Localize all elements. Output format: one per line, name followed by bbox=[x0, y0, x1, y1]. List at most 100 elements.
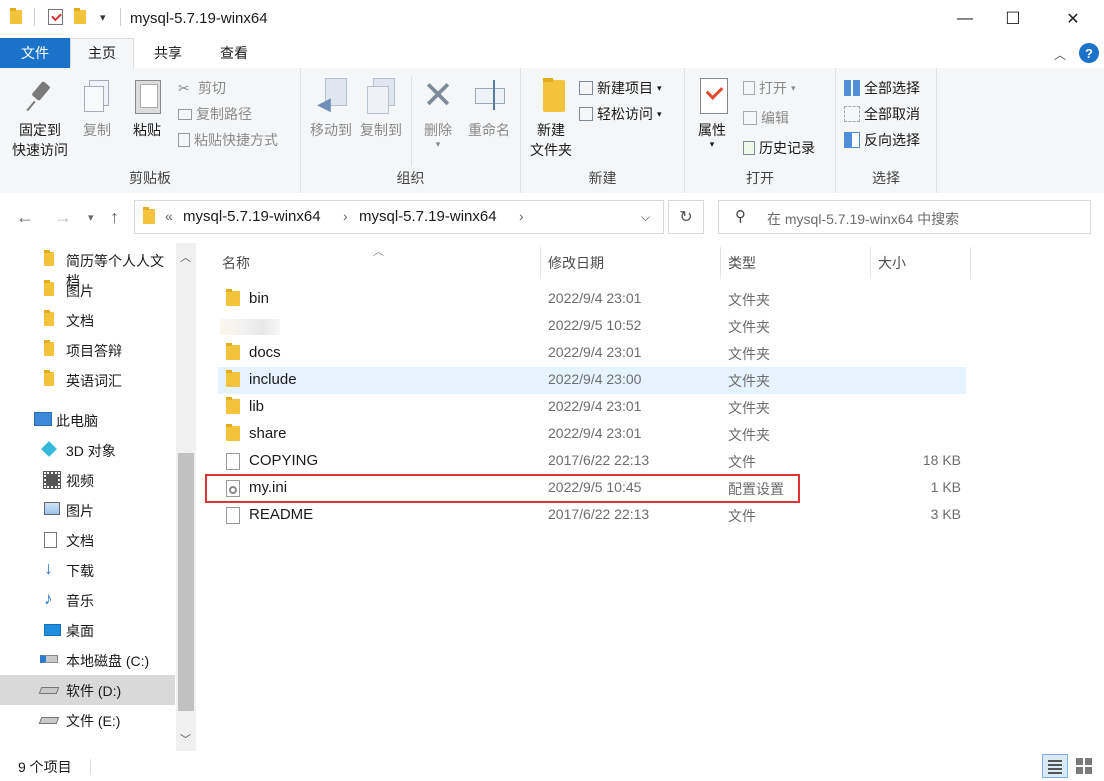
close-button[interactable]: ✕ bbox=[1050, 0, 1096, 38]
rename-button[interactable]: 重命名 bbox=[463, 76, 515, 140]
file-row[interactable]: lib 2022/9/4 23:01 文件夹 bbox=[218, 394, 966, 421]
details-view-icon[interactable] bbox=[1042, 754, 1068, 778]
overflow-chevron[interactable]: « bbox=[165, 208, 173, 224]
tab-home[interactable]: 主页 bbox=[70, 38, 134, 68]
nav-item-project-defense[interactable]: 项目答辩 bbox=[0, 335, 175, 365]
large-icons-view-icon[interactable] bbox=[1074, 756, 1094, 776]
history-button[interactable]: 历史记录 bbox=[743, 138, 815, 158]
file-row[interactable]: 2022/9/5 10:52 文件夹 bbox=[218, 313, 966, 340]
tab-file[interactable]: 文件 bbox=[0, 38, 70, 68]
new-folder-label-1: 新建 bbox=[537, 122, 565, 138]
file-row[interactable]: share 2022/9/4 23:01 文件夹 bbox=[218, 421, 966, 448]
folder-icon bbox=[44, 340, 54, 356]
select-group: 全部选择 全部取消 反向选择 选择 bbox=[836, 68, 937, 193]
address-bar[interactable]: « mysql-5.7.19-winx64 › mysql-5.7.19-win… bbox=[134, 200, 664, 234]
highlight-box bbox=[205, 474, 800, 503]
breadcrumb-1[interactable]: mysql-5.7.19-winx64 bbox=[183, 208, 321, 225]
folder-icon bbox=[226, 397, 240, 414]
new-folder-button[interactable]: 新建 文件夹 bbox=[525, 76, 577, 160]
scroll-down-icon[interactable]: ﹀ bbox=[180, 731, 191, 747]
column-header-size[interactable]: 大小 bbox=[878, 253, 906, 273]
nav-pane-scrollbar[interactable]: ︿ ﹀ bbox=[176, 243, 196, 751]
nav-item-3d-objects[interactable]: 3D 对象 bbox=[0, 435, 175, 465]
nav-item-music[interactable]: ♪ 音乐 bbox=[0, 585, 175, 615]
tab-view[interactable]: 查看 bbox=[204, 38, 264, 68]
column-header-type[interactable]: 类型 bbox=[728, 253, 756, 273]
file-row[interactable]: bin 2022/9/4 23:01 文件夹 bbox=[218, 286, 966, 313]
up-arrow-icon[interactable]: ↑ bbox=[110, 207, 119, 228]
nav-item-desktop[interactable]: 桌面 bbox=[0, 615, 175, 645]
select-all-button[interactable]: 全部选择 bbox=[844, 78, 920, 98]
column-divider[interactable] bbox=[720, 247, 721, 279]
new-item-button[interactable]: 新建项目 ▾ bbox=[579, 78, 662, 98]
new-folder-quick-icon[interactable] bbox=[74, 8, 86, 24]
search-input[interactable]: 在 mysql-5.7.19-winx64 中搜索 bbox=[767, 209, 959, 229]
breadcrumb-separator-icon[interactable]: › bbox=[343, 208, 348, 224]
cut-button[interactable]: ✂ 剪切 bbox=[178, 78, 226, 98]
open-button[interactable]: 打开 ▾ bbox=[743, 78, 796, 98]
nav-item-downloads[interactable]: ↓ 下载 bbox=[0, 555, 175, 585]
copy-button[interactable]: 复制 bbox=[76, 76, 118, 140]
tab-share[interactable]: 共享 bbox=[140, 38, 196, 68]
breadcrumb-separator-icon[interactable]: › bbox=[519, 208, 524, 224]
nav-item-drive-c[interactable]: 本地磁盘 (C:) bbox=[0, 645, 175, 675]
refresh-icon: ↻ bbox=[679, 209, 693, 226]
nav-item-documents-quick[interactable]: 文档 bbox=[0, 305, 175, 335]
search-box[interactable]: ⚲ 在 mysql-5.7.19-winx64 中搜索 bbox=[718, 200, 1091, 234]
nav-item-this-pc[interactable]: 此电脑 bbox=[0, 405, 175, 435]
edit-button[interactable]: 编辑 bbox=[743, 108, 789, 128]
copy-label: 复制 bbox=[83, 122, 111, 138]
refresh-button[interactable]: ↻ bbox=[668, 200, 704, 234]
properties-dropdown-icon: ▾ bbox=[709, 139, 715, 149]
file-row-hovered[interactable]: include 2022/9/4 23:00 文件夹 bbox=[218, 367, 966, 394]
maximize-button[interactable]: ☐ bbox=[990, 0, 1036, 38]
paste-button[interactable]: 粘贴 bbox=[124, 76, 170, 140]
column-divider[interactable] bbox=[540, 247, 541, 279]
column-header-name[interactable]: 名称 bbox=[222, 253, 250, 273]
back-arrow-icon[interactable]: ← bbox=[16, 207, 34, 228]
help-icon[interactable]: ? bbox=[1079, 43, 1099, 63]
file-size: 1 KB bbox=[930, 479, 961, 495]
nav-item-english-vocab[interactable]: 英语词汇 bbox=[0, 365, 175, 395]
column-divider[interactable] bbox=[870, 247, 871, 279]
file-row[interactable]: README 2017/6/22 22:13 文件 3 KB bbox=[218, 502, 966, 529]
properties-button[interactable]: 属性 ▾ bbox=[691, 76, 733, 149]
move-to-button[interactable]: ◀ 移动到 bbox=[305, 76, 357, 140]
cut-label: 剪切 bbox=[198, 80, 226, 96]
copy-path-button[interactable]: 复制路径 bbox=[178, 104, 252, 124]
file-type: 文件夹 bbox=[728, 373, 770, 389]
address-history-chevron-icon[interactable]: ⌵ bbox=[641, 210, 650, 225]
easy-access-button[interactable]: 轻松访问 ▾ bbox=[579, 104, 662, 124]
file-row[interactable]: COPYING 2017/6/22 22:13 文件 18 KB bbox=[218, 448, 966, 475]
organize-group-label: 组织 bbox=[396, 170, 425, 186]
collapse-ribbon-icon[interactable]: ︿ bbox=[1054, 46, 1066, 63]
breadcrumb-2[interactable]: mysql-5.7.19-winx64 bbox=[359, 208, 497, 225]
nav-item-drive-d[interactable]: 软件 (D:) bbox=[0, 675, 175, 705]
minimize-button[interactable]: — bbox=[942, 0, 988, 38]
recent-locations-icon[interactable]: ▾ bbox=[88, 211, 94, 224]
select-none-button[interactable]: 全部取消 bbox=[844, 104, 920, 124]
file-name: COPYING bbox=[249, 452, 319, 469]
forward-arrow-icon[interactable]: → bbox=[54, 207, 72, 228]
scrollbar-thumb[interactable] bbox=[178, 453, 194, 711]
scroll-up-icon[interactable]: ︿ bbox=[180, 249, 191, 265]
nav-item-pictures-quick[interactable]: 图片 bbox=[0, 275, 175, 305]
column-header-date[interactable]: 修改日期 bbox=[548, 253, 604, 273]
copy-to-button[interactable]: 复制到 bbox=[355, 76, 407, 140]
column-divider[interactable] bbox=[970, 247, 971, 279]
nav-item-pictures[interactable]: 图片 bbox=[0, 495, 175, 525]
nav-item-drive-e[interactable]: 文件 (E:) bbox=[0, 705, 175, 735]
invert-selection-button[interactable]: 反向选择 bbox=[844, 130, 920, 150]
customize-toolbar-icon[interactable]: ▾ bbox=[100, 11, 106, 24]
properties-quick-icon[interactable] bbox=[48, 9, 63, 25]
paste-shortcut-button[interactable]: 粘贴快捷方式 bbox=[178, 130, 278, 150]
pin-quick-access-button[interactable]: 固定到 快速访问 bbox=[8, 76, 72, 160]
nav-item-documents[interactable]: 文档 bbox=[0, 525, 175, 555]
chevron-down-icon: ▾ bbox=[657, 108, 662, 119]
copy-path-icon bbox=[178, 108, 192, 120]
file-name: include bbox=[249, 371, 297, 388]
nav-item-videos[interactable]: 视频 bbox=[0, 465, 175, 495]
file-row[interactable]: docs 2022/9/4 23:01 文件夹 bbox=[218, 340, 966, 367]
nav-item-resume[interactable]: 简历等个人人文档 bbox=[0, 245, 175, 289]
delete-button[interactable]: ✕ 删除 ▾ bbox=[417, 76, 459, 149]
